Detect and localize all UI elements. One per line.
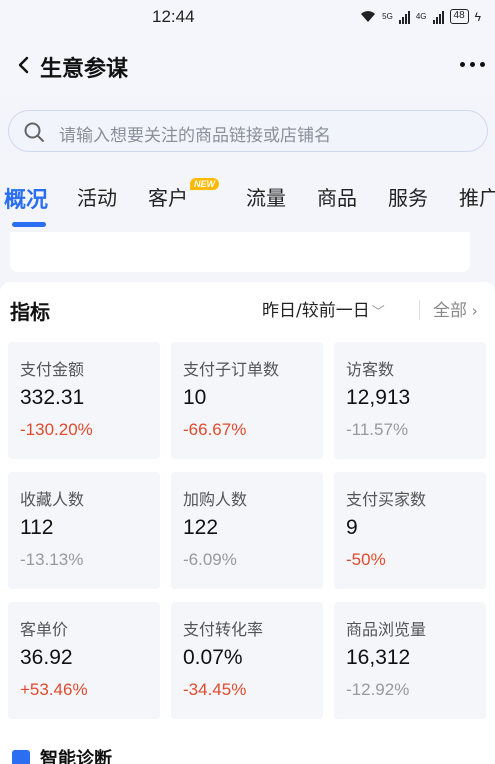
- metric-value: 0.07%: [183, 646, 243, 669]
- diagnosis-section: 智能诊断: [0, 748, 495, 764]
- active-tab-indicator: [12, 222, 46, 227]
- charging-icon: ϟ: [474, 9, 481, 24]
- status-time: 12:44: [152, 7, 195, 26]
- metric-conversion-rate[interactable]: 支付转化率 0.07% -34.45%: [171, 602, 323, 719]
- network-label-1: 5G: [382, 12, 393, 21]
- metric-value: 36.92: [20, 646, 73, 669]
- new-badge: NEW: [190, 178, 219, 190]
- metric-value: 10: [183, 386, 207, 409]
- metric-value: 332.31: [20, 386, 85, 409]
- shield-icon: [12, 750, 30, 764]
- divider: [419, 300, 420, 320]
- tab-product[interactable]: 商品: [317, 182, 357, 211]
- metric-label: 支付金额: [20, 360, 85, 379]
- metric-paying-buyers[interactable]: 支付买家数 9 -50%: [334, 472, 486, 589]
- battery-level: 48: [453, 10, 465, 21]
- metric-change: -6.09%: [183, 550, 237, 569]
- metric-change: -11.57%: [346, 420, 409, 439]
- more-dots-icon[interactable]: [460, 62, 485, 67]
- metric-label: 收藏人数: [20, 490, 85, 509]
- metric-visitors[interactable]: 访客数 12,913 -11.57%: [334, 342, 486, 459]
- metric-add-to-cart[interactable]: 加购人数 122 -6.09%: [171, 472, 323, 589]
- tab-overview[interactable]: 概况: [4, 182, 48, 214]
- status-icons: 5G 4G 48 ϟ: [360, 9, 481, 24]
- metric-change: -12.92%: [346, 680, 410, 699]
- tab-service[interactable]: 服务: [388, 182, 428, 211]
- metric-change: -34.45%: [183, 680, 247, 699]
- metrics-title: 指标: [10, 300, 50, 324]
- tab-promotion[interactable]: 推广: [459, 182, 495, 211]
- metric-value: 112: [20, 516, 54, 539]
- metric-change: -66.67%: [183, 420, 247, 439]
- metric-value: 122: [183, 516, 219, 539]
- metric-label: 加购人数: [183, 490, 248, 509]
- all-metrics-label: 全部: [433, 301, 467, 321]
- metric-change: -50%: [346, 550, 386, 569]
- tab-bar: 概况 活动 客户 NEW 流量 商品 服务 推广: [0, 172, 495, 230]
- search-icon: [24, 122, 44, 142]
- page-title: 生意参谋: [40, 57, 129, 82]
- metric-value: 12,913: [346, 386, 411, 409]
- chevron-right-icon: ›: [467, 302, 478, 320]
- metric-payment-amount[interactable]: 支付金额 332.31 -130.20%: [8, 342, 160, 459]
- chevron-left-icon[interactable]: [14, 55, 34, 75]
- network-label-2: 4G: [415, 12, 427, 21]
- metric-label: 支付买家数: [346, 490, 427, 509]
- tab-traffic[interactable]: 流量: [246, 182, 286, 211]
- diagnosis-title: 智能诊断: [40, 749, 112, 764]
- metric-product-views[interactable]: 商品浏览量 16,312 -12.92%: [334, 602, 486, 719]
- all-metrics-link[interactable]: 全部 ›: [433, 296, 478, 321]
- metric-payment-suborders[interactable]: 支付子订单数 10 -66.67%: [171, 342, 323, 459]
- battery-icon: 48: [449, 9, 469, 24]
- metric-favorites[interactable]: 收藏人数 112 -13.13%: [8, 472, 160, 589]
- tab-customer[interactable]: 客户: [148, 182, 188, 211]
- metric-label: 支付转化率: [183, 620, 264, 639]
- metric-label: 客单价: [20, 620, 69, 639]
- metric-avg-order-value[interactable]: 客单价 36.92 +53.46%: [8, 602, 160, 719]
- wifi-icon: [361, 11, 376, 22]
- metric-change: -13.13%: [20, 550, 84, 569]
- search-input[interactable]: 请输入想要关注的商品链接或店铺名: [8, 110, 488, 152]
- date-range-select[interactable]: 昨日/较前一日 ﹀: [262, 296, 385, 321]
- chevron-down-icon: ﹀: [371, 305, 385, 320]
- tab-activity[interactable]: 活动: [77, 182, 117, 211]
- metrics-card: 指标 昨日/较前一日 ﹀ 全部 › 支付金额 332.31 -130.20% 支付…: [0, 282, 495, 764]
- metric-change: -130.20%: [20, 420, 93, 439]
- metric-change: +53.46%: [20, 680, 88, 699]
- signal-icon: [398, 10, 410, 24]
- search-placeholder: 请输入想要关注的商品链接或店铺名: [59, 126, 331, 146]
- signal-icon-2: [432, 10, 444, 24]
- metric-label: 支付子订单数: [183, 360, 280, 379]
- metric-value: 9: [346, 516, 358, 539]
- collapsed-panel: [10, 232, 470, 272]
- metric-label: 商品浏览量: [346, 620, 427, 639]
- metric-label: 访客数: [346, 360, 395, 379]
- date-range-label: 昨日/较前一日: [262, 301, 370, 321]
- metric-value: 16,312: [346, 646, 411, 669]
- status-bar: 12:44 5G 4G 48 ϟ: [0, 0, 495, 34]
- app-header: 生意参谋: [0, 34, 495, 96]
